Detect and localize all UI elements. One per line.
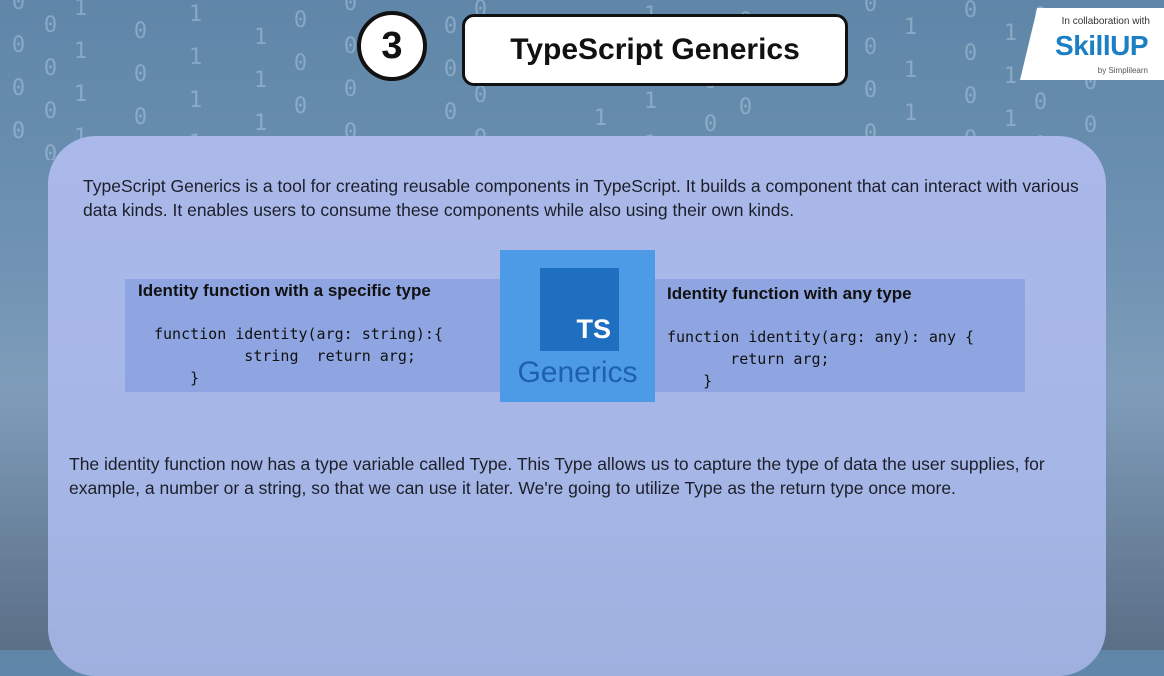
ts-badge: TS (540, 268, 619, 351)
collaboration-logo: In collaboration with SkillUP by Simplil… (1020, 8, 1164, 80)
any-type-box: Identity function with any type function… (655, 279, 1025, 392)
binary-digit-column: 00000000 (6, 0, 31, 160)
any-type-code: function identity(arg: any): any { retur… (667, 328, 975, 390)
outro-paragraph: The identity function now has a type var… (69, 454, 1045, 498)
step-number-badge: 3 (357, 11, 427, 81)
specific-type-heading: Identity function with a specific type (138, 281, 431, 300)
any-type-heading: Identity function with any type (667, 284, 912, 303)
ts-generics-logo: TS Generics (500, 250, 655, 402)
ts-generics-word: Generics (517, 356, 638, 389)
skillup-logo: SkillUP (1055, 30, 1148, 61)
logo-byline: by Simplilearn (1097, 66, 1148, 75)
slide-title: TypeScript Generics (462, 14, 848, 86)
ts-badge-text: TS (576, 314, 611, 344)
intro-paragraph: TypeScript Generics is a tool for creati… (83, 176, 1079, 220)
specific-type-code: function identity(arg: string):{ string … (154, 325, 443, 387)
binary-digit-column: 00000000 (38, 13, 63, 160)
collab-text: In collaboration with (1061, 16, 1150, 27)
specific-type-box: Identity function with a specific type f… (125, 279, 500, 392)
